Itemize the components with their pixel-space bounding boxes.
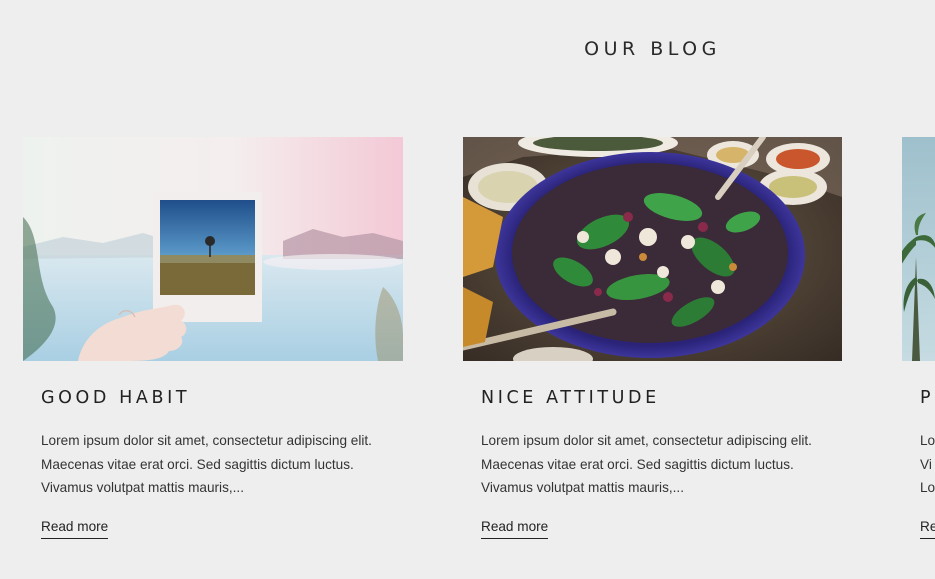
read-more-link[interactable]: Read more	[481, 518, 549, 539]
section-title: OUR BLOG	[584, 38, 721, 60]
blog-card: NICE ATTITUDE Lorem ipsum dolor sit amet…	[463, 137, 842, 539]
blog-card-image-salad[interactable]	[463, 137, 842, 361]
blog-card-title[interactable]: GOOD HABIT	[41, 388, 403, 408]
salad-bowl-illustration	[463, 137, 842, 361]
blog-section: OUR BLOG GOOD HABIT Lorem ipsum dolor si…	[0, 0, 935, 579]
blog-card-title[interactable]: NICE ATTITUDE	[481, 388, 842, 408]
blog-card-image-palms[interactable]	[902, 137, 935, 361]
excerpt-line: Lo	[920, 433, 935, 448]
excerpt-line: Maecenas vitae erat orci. Sed sagittis d…	[41, 456, 354, 472]
blog-card-excerpt: Lorem ipsum dolor sit amet, consectetur …	[481, 429, 841, 500]
excerpt-line: Maecenas vitae erat orci. Sed sagittis d…	[481, 456, 794, 472]
excerpt-line: Vivamus volutpat mattis mauris,...	[481, 480, 684, 495]
blog-card-image-polaroid[interactable]	[23, 137, 403, 361]
blog-card: GOOD HABIT Lorem ipsum dolor sit amet, c…	[23, 137, 403, 539]
blog-card: P Lo Vi Lo Re	[902, 137, 935, 539]
excerpt-line: Lorem ipsum dolor sit amet, consectetur …	[41, 433, 372, 448]
blog-card-excerpt: Lorem ipsum dolor sit amet, consectetur …	[41, 429, 401, 500]
excerpt-line: Vi	[920, 456, 932, 472]
read-more-link[interactable]: Re	[920, 518, 935, 539]
excerpt-line: Lo	[920, 480, 935, 495]
palm-trees-illustration	[902, 137, 935, 361]
blog-card-title[interactable]: P	[920, 388, 935, 408]
blog-card-excerpt: Lo Vi Lo	[920, 429, 935, 500]
polaroid-photo-illustration	[23, 137, 403, 361]
excerpt-line: Vivamus volutpat mattis mauris,...	[41, 480, 244, 495]
excerpt-line: Lorem ipsum dolor sit amet, consectetur …	[481, 433, 812, 448]
read-more-link[interactable]: Read more	[41, 518, 109, 539]
